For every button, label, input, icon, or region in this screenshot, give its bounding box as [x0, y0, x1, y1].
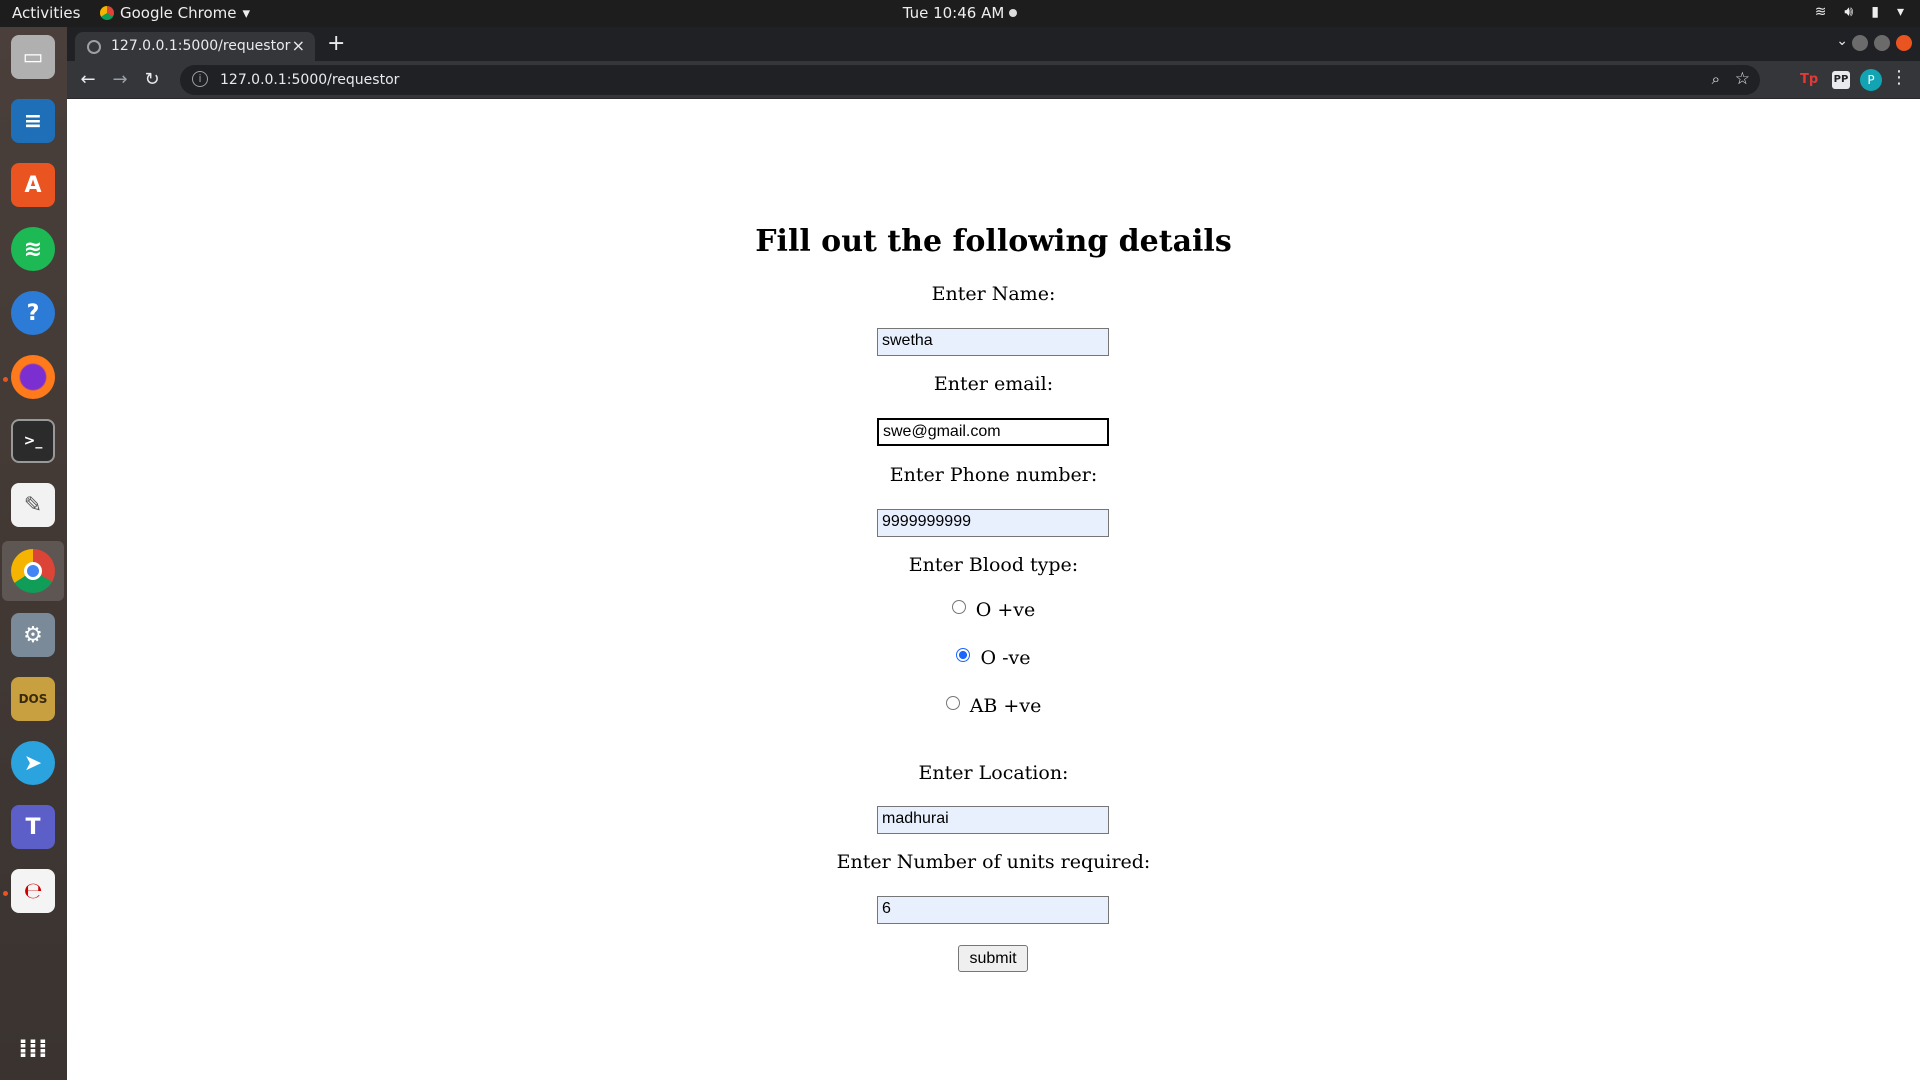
clock[interactable]: Tue 10:46 AM: [0, 4, 1920, 22]
globe-icon: [87, 40, 101, 54]
chrome-icon[interactable]: [11, 549, 55, 593]
info-icon[interactable]: i: [192, 71, 208, 87]
tab-title: 127.0.0.1:5000/requestor: [111, 38, 291, 54]
url-text[interactable]: 127.0.0.1:5000/requestor: [220, 72, 399, 88]
blood-option-ab-positive[interactable]: AB +ve: [67, 695, 1920, 717]
dosbox-icon[interactable]: DOS: [11, 677, 55, 721]
running-indicator: [3, 377, 8, 382]
units-input[interactable]: 6: [877, 896, 1109, 924]
zoom-icon[interactable]: ⌕: [1712, 70, 1720, 88]
forward-arrow-icon[interactable]: →: [107, 67, 133, 93]
email-label: Enter email:: [933, 373, 1054, 395]
maximize-button[interactable]: [1874, 35, 1890, 51]
new-tab-button[interactable]: +: [327, 31, 345, 56]
radio-label: O +ve: [975, 599, 1036, 621]
minimize-button[interactable]: [1852, 35, 1868, 51]
spotify-icon[interactable]: ≋: [11, 227, 55, 271]
submit-button[interactable]: submit: [958, 945, 1028, 972]
help-icon[interactable]: ?: [11, 291, 55, 335]
blood-type-label: Enter Blood type:: [908, 554, 1079, 576]
wifi-icon: ≋: [1814, 4, 1827, 20]
terminal-icon[interactable]: >_: [11, 419, 55, 463]
address-bar[interactable]: i 127.0.0.1:5000/requestor ⌕ ☆: [180, 65, 1760, 95]
location-label: Enter Location:: [918, 762, 1069, 784]
window-controls: [1852, 35, 1912, 51]
radio-label: O -ve: [980, 647, 1031, 669]
firefox-icon[interactable]: [11, 355, 55, 399]
bookmark-star-icon[interactable]: ☆: [1735, 69, 1750, 89]
system-tray[interactable]: ≋ 🔊︎ ▮ ▾: [1815, 4, 1904, 20]
more-menu-icon[interactable]: ⋮: [1890, 67, 1908, 88]
units-label: Enter Number of units required:: [836, 851, 1151, 873]
radio-button-selected[interactable]: [956, 648, 971, 662]
app-grid-icon[interactable]: ⁞⁞⁞: [11, 1027, 55, 1071]
email-input[interactable]: swe@gmail.com: [877, 418, 1109, 446]
radio-label: AB +ve: [969, 695, 1042, 717]
tab-strip: 127.0.0.1:5000/requestor × + ⌄: [67, 27, 1920, 61]
location-input[interactable]: madhurai: [877, 806, 1109, 834]
tab-search-icon[interactable]: ⌄: [1836, 33, 1848, 49]
browser-toolbar: ← → ↻ i 127.0.0.1:5000/requestor ⌕ ☆ Tp …: [67, 61, 1920, 99]
blood-option-o-positive[interactable]: O +ve: [67, 599, 1920, 621]
text-editor-icon[interactable]: ✎: [11, 483, 55, 527]
radio-button[interactable]: [951, 600, 966, 614]
page-content: Fill out the following details Enter Nam…: [67, 99, 1920, 1080]
extension-tp-icon[interactable]: Tp: [1800, 71, 1818, 89]
system-top-bar: Activities Google Chrome ▾ Tue 10:46 AM …: [0, 0, 1920, 27]
tab-requestor[interactable]: 127.0.0.1:5000/requestor ×: [75, 32, 315, 61]
evince-icon[interactable]: ℮: [11, 869, 55, 913]
reload-icon[interactable]: ↻: [139, 67, 165, 93]
battery-icon: ▮: [1871, 4, 1879, 20]
chevron-down-icon: ▾: [1896, 4, 1904, 20]
extension-pp-icon[interactable]: PP: [1832, 71, 1850, 89]
profile-avatar[interactable]: P: [1860, 69, 1882, 91]
writer-icon[interactable]: ≡: [11, 99, 55, 143]
software-center-icon[interactable]: A: [11, 163, 55, 207]
phone-input[interactable]: 9999999999: [877, 509, 1109, 537]
blood-option-o-negative[interactable]: O -ve: [67, 647, 1920, 669]
files-icon[interactable]: ▭: [11, 35, 55, 79]
running-indicator: [3, 891, 8, 896]
radio-button[interactable]: [945, 696, 960, 710]
name-label: Enter Name:: [931, 283, 1056, 305]
close-window-button[interactable]: [1896, 35, 1912, 51]
notification-dot-icon: [1009, 9, 1018, 17]
close-icon[interactable]: ×: [292, 36, 305, 55]
phone-label: Enter Phone number:: [889, 464, 1098, 486]
dock: ▭ ≡ A ≋ ? >_ ✎ ⚙ DOS ➤ T ℮ ⁞⁞⁞: [0, 27, 67, 1080]
settings-icon[interactable]: ⚙: [11, 613, 55, 657]
back-arrow-icon[interactable]: ←: [75, 67, 101, 93]
name-input[interactable]: swetha: [877, 328, 1109, 356]
page-title: Fill out the following details: [755, 224, 1232, 259]
clock-label: Tue 10:46 AM: [902, 4, 1005, 22]
teams-icon[interactable]: T: [11, 805, 55, 849]
volume-icon: 🔊︎: [1844, 4, 1854, 20]
telegram-icon[interactable]: ➤: [11, 741, 55, 785]
